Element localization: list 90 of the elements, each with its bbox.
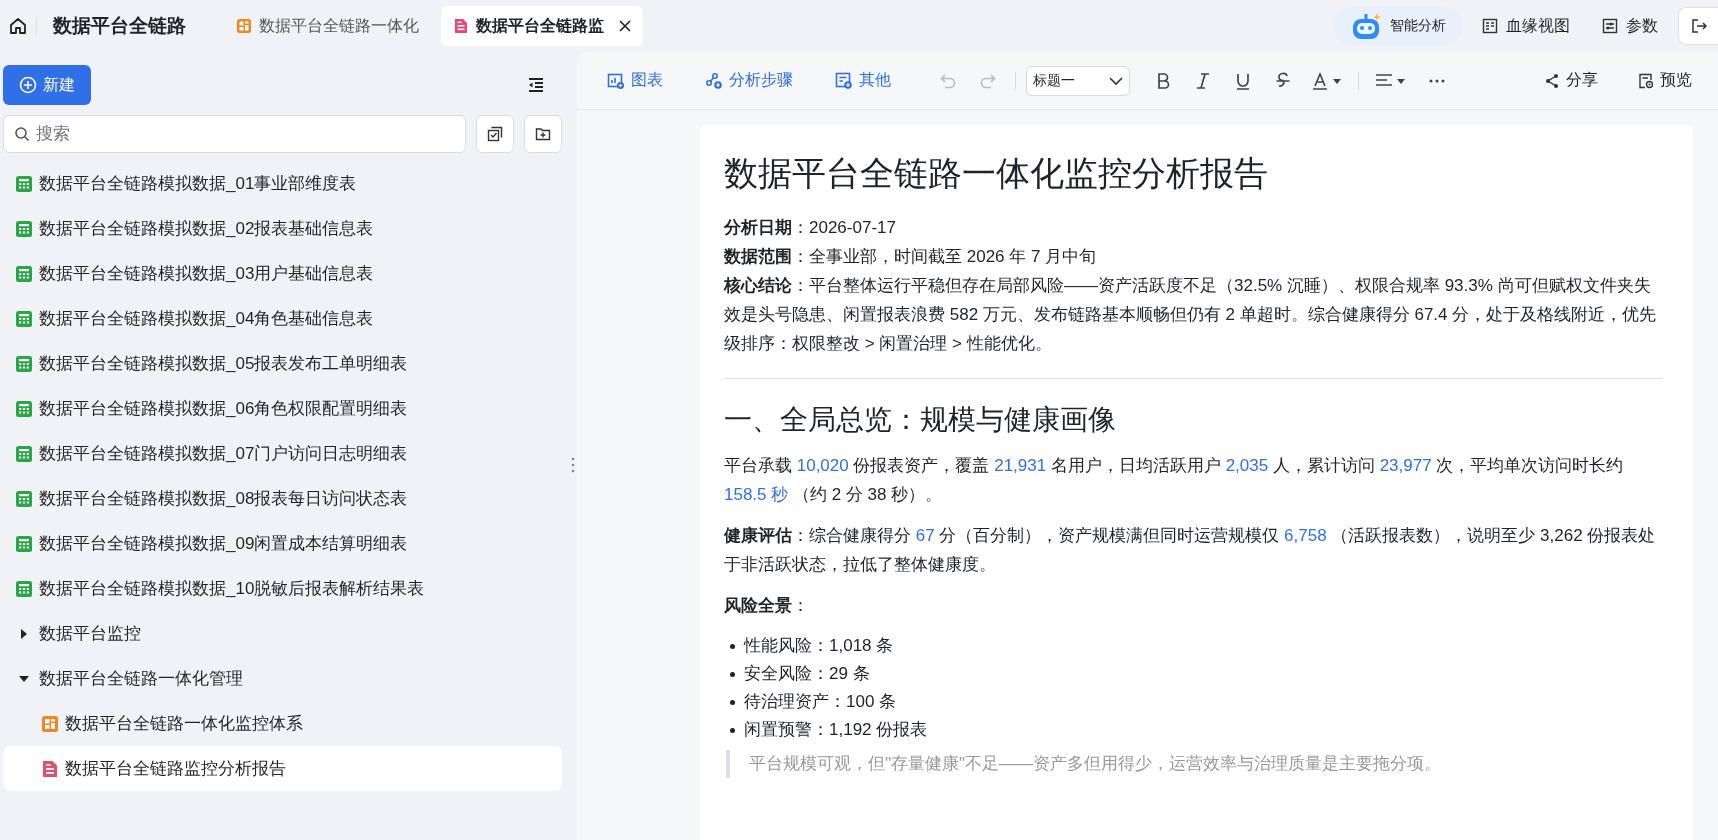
quote: 平台规模可观，但"存量健康"不足——资产多但用得少，运营效率与治理质量是主要拖分项。 [726, 750, 1663, 778]
tree-item[interactable]: 数据平台全链路模拟数据_04角色基础信息表 [3, 296, 562, 341]
tree-item[interactable]: 数据平台全链路监控分析报告 [3, 746, 562, 791]
undo-icon [939, 71, 957, 90]
toolbar-button[interactable]: 参数 [1590, 9, 1670, 43]
insert-button[interactable]: 分析步骤 [697, 66, 801, 95]
form-icon [835, 71, 853, 90]
meta-line: 核心结论：平台整体运行平稳但存在局部风险——资产活跃度不足（32.5% 沉睡）、权限合规率 93.3% 尚可但赋权文件夹失效是头号隐患、闲置报表浪费 582 万元、发布链路基本顺畅但仍有 2 单超时。综合健康得分 67.4 分，处于及格线附近，优先级排序：权限整改 > 闲置治理 > 性能优化。 [724, 275, 1658, 355]
preview-button[interactable]: 预览 [1628, 66, 1702, 95]
paragraph: 风险全景： [724, 595, 810, 617]
dashboard-icon [236, 18, 252, 34]
document-icon [41, 759, 59, 778]
list-item: 闲置预警：1,192 份报表 [744, 719, 928, 741]
tree-item[interactable]: 数据平台全链路模拟数据_01事业部维度表 [3, 161, 562, 206]
tree-item[interactable]: 数据平台全链路模拟数据_02报表基础信息表 [3, 206, 562, 251]
list-item: 性能风险：1,018 条 [744, 635, 894, 657]
home-icon[interactable] [8, 16, 28, 36]
collapse-icon[interactable] [527, 77, 545, 93]
share-icon [1544, 72, 1560, 89]
section-heading: 一、全局总览：规模与健康画像 [724, 403, 1117, 437]
strikethrough-icon[interactable] [1275, 71, 1291, 90]
batch-select-button[interactable] [476, 115, 514, 153]
underline-icon[interactable] [1235, 71, 1251, 90]
meta-line: 分析日期：2026-07-17 [724, 217, 897, 239]
tree-item[interactable]: 数据平台全链路一体化管理 [3, 656, 562, 701]
tree-item[interactable]: 数据平台全链路模拟数据_05报表发布工单明细表 [3, 341, 562, 386]
table-icon [15, 264, 33, 283]
share-button[interactable]: 分享 [1534, 66, 1608, 95]
insert-button[interactable]: 其他 [827, 66, 899, 95]
table-icon [15, 489, 33, 508]
list-item: 安全风险：29 条 [744, 663, 870, 685]
table-icon [15, 444, 33, 463]
new-button[interactable]: 新建 [3, 65, 91, 105]
toolbar-button[interactable]: 血缘视图 [1470, 9, 1582, 43]
caret-down-icon [19, 675, 29, 682]
tree-item[interactable]: 数据平台全链路一体化监控体系 [3, 701, 562, 746]
bold-icon[interactable] [1155, 71, 1171, 90]
close-icon[interactable] [619, 20, 631, 32]
insert-button[interactable]: 图表 [599, 66, 671, 95]
table-icon [15, 579, 33, 598]
tree-item[interactable]: 数据平台全链路模拟数据_09闲置成本结算明细表 [3, 521, 562, 566]
table-icon [15, 354, 33, 373]
more-icon[interactable] [1428, 77, 1446, 84]
resize-handle-icon[interactable] [571, 457, 575, 473]
caret-right-icon [21, 628, 27, 639]
table-icon [15, 399, 33, 418]
tree-item[interactable]: 数据平台全链路模拟数据_06角色权限配置明细表 [3, 386, 562, 431]
ai-analysis-button[interactable]: 智能分析 [1334, 7, 1462, 45]
table-icon [15, 534, 33, 553]
document-icon [453, 18, 469, 34]
meta-line: 数据范围：全事业部，时间截至 2026 年 7 月中旬 [724, 246, 1098, 268]
new-folder-button[interactable] [524, 115, 562, 153]
chevron-down-icon [1109, 75, 1123, 86]
dashboard-icon [41, 714, 59, 733]
lineage-icon [1482, 18, 1498, 34]
tree-item[interactable]: 数据平台全链路模拟数据_08报表每日访问状态表 [3, 476, 562, 521]
heading-select[interactable]: 标题一 [1026, 65, 1130, 96]
robot-icon [1350, 11, 1382, 41]
list-item: 待治理资产：100 条 [744, 691, 897, 713]
tab[interactable]: 数据平台全链路一体化 [224, 6, 431, 46]
search-icon [14, 126, 30, 142]
sliders-icon [1602, 18, 1618, 34]
search-field[interactable]: 搜索 [3, 115, 466, 153]
bullet-icon [730, 643, 735, 649]
plus-circle-icon [19, 76, 37, 94]
bullet-icon [730, 671, 735, 677]
redo-icon [979, 71, 997, 90]
app-title: 数据平台全链路 [53, 14, 186, 38]
steps-icon [705, 71, 723, 90]
bullet-icon [730, 699, 735, 705]
table-icon [15, 309, 33, 328]
paragraph: 健康评估：综合健康得分 67 分（百分制），资产规模满但同时运营规模仅 6,758 （活跃报表数），说明至少 3,262 份报表处于非活跃状态，拉低了整体健康度。 [724, 525, 1657, 576]
document-title: 数据平台全链路一体化监控分析报告 [724, 153, 1269, 194]
table-icon [15, 174, 33, 193]
tree-item[interactable]: 数据平台全链路模拟数据_10脱敏后报表解析结果表 [3, 566, 562, 611]
tab[interactable]: 数据平台全链路监 [441, 6, 643, 46]
italic-icon[interactable] [1195, 71, 1211, 90]
tree-item[interactable]: 数据平台全链路模拟数据_03用户基础信息表 [3, 251, 562, 296]
bullet-icon [730, 727, 735, 733]
preview-icon [1638, 72, 1654, 89]
folder-plus-icon [535, 126, 551, 142]
tree-item[interactable]: 数据平台全链路模拟数据_07门户访问日志明细表 [3, 431, 562, 476]
exit-button[interactable] [1678, 7, 1718, 45]
font-color-icon[interactable] [1312, 71, 1342, 90]
exit-icon [1690, 18, 1707, 34]
tree-item[interactable]: 数据平台监控 [3, 611, 562, 656]
paragraph: 平台承载 10,020 份报表资产，覆盖 21,931 名用户，日均活跃用户 2,035 人，累计访问 23,977 次，平均单次访问时长约 158.5 秒 （约 2 分 38 秒）。 [724, 455, 1625, 506]
chart-icon [607, 71, 625, 90]
checkbox-icon [487, 126, 503, 142]
table-icon [15, 219, 33, 238]
